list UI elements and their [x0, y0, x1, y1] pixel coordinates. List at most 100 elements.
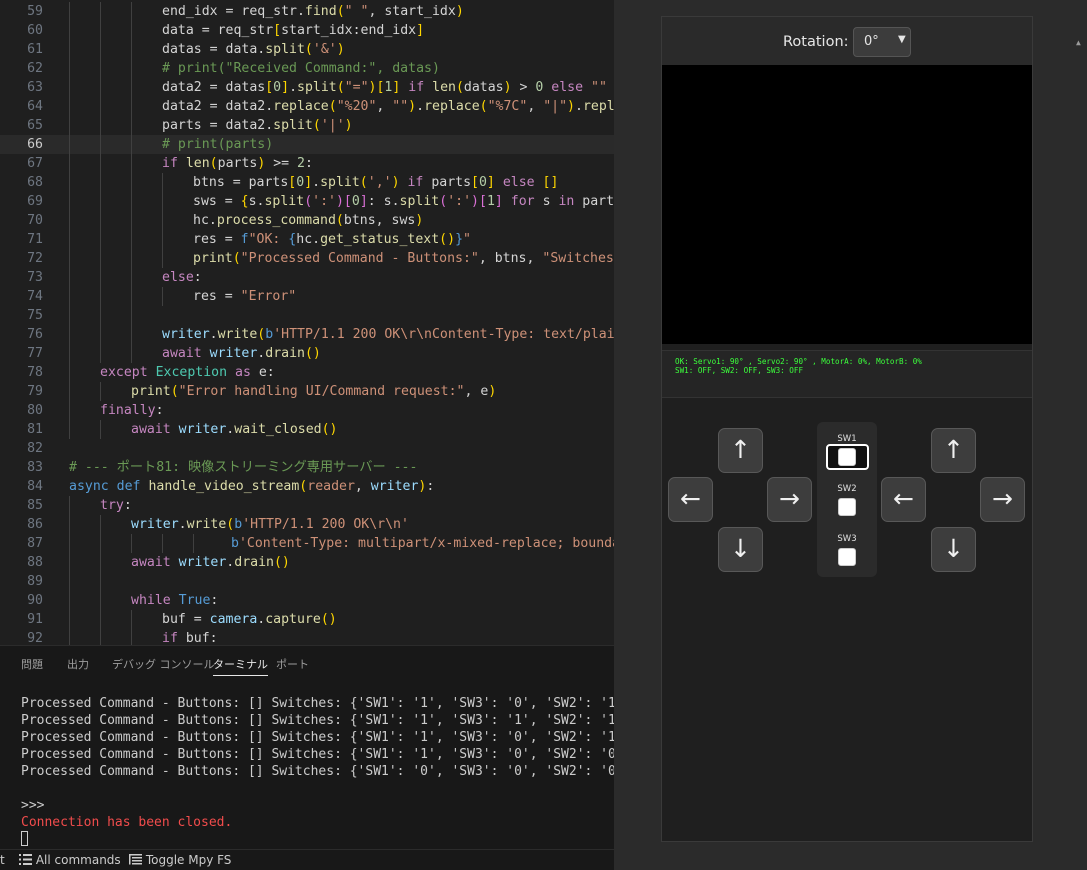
code-editor[interactable]: 59 end_idx = req_str.find(" ", start_idx)…: [0, 0, 614, 645]
indent-guide: [162, 249, 163, 268]
code-line[interactable]: 65 parts = data2.split('|'): [0, 116, 614, 135]
toggle-fs-button[interactable]: Toggle Mpy FS: [129, 850, 231, 870]
code-line[interactable]: 71 res = f"OK: {hc.get_status_text()}": [0, 230, 614, 249]
left-pad-down-button[interactable]: ↓: [718, 527, 763, 572]
indent-guide: [100, 287, 101, 306]
right-pad-left-button[interactable]: ←: [881, 477, 926, 522]
code-line[interactable]: 59 end_idx = req_str.find(" ", start_idx): [0, 2, 614, 21]
indent-guide: [69, 534, 70, 553]
code-line[interactable]: 78 except Exception as e:: [0, 363, 614, 382]
code-line[interactable]: 91 buf = camera.capture(): [0, 610, 614, 629]
code-line[interactable]: 83 # --- ポート81: 映像ストリーミング専用サーバー ---: [0, 458, 614, 477]
rotation-label: Rotation:: [783, 34, 849, 50]
code-line[interactable]: 84 async def handle_video_stream(reader, …: [0, 477, 614, 496]
indent-guide: [100, 325, 101, 344]
sw3-label: SW3: [837, 534, 857, 544]
scroll-up-icon[interactable]: ▲: [1076, 38, 1081, 47]
code-text: try:: [100, 498, 132, 513]
code-line[interactable]: 67 if len(parts) >= 2:: [0, 154, 614, 173]
code-line[interactable]: 86 writer.write(b'HTTP/1.1 200 OK\r\n': [0, 515, 614, 534]
code-line[interactable]: 73 else:: [0, 268, 614, 287]
all-commands-button[interactable]: All commands: [19, 850, 121, 870]
panel-tabs: 問題 出力 デバッグ コンソール ターミナル ポート: [0, 654, 614, 676]
code-text: while True:: [131, 593, 219, 608]
indent-guide: [69, 21, 70, 40]
code-line[interactable]: 75: [0, 306, 614, 325]
sw1-toggle[interactable]: [838, 448, 856, 466]
left-pad-up-button[interactable]: ↑: [718, 428, 763, 473]
code-line[interactable]: 85 try:: [0, 496, 614, 515]
status-line-1: OK: Servo1: 90° , Servo2: 90° , MotorA: …: [675, 357, 922, 366]
code-line[interactable]: 61 datas = data.split('&'): [0, 40, 614, 59]
indent-guide: [162, 211, 163, 230]
code-text: b'Content-Type: multipart/x-mixed-replac…: [231, 536, 614, 551]
indent-guide: [131, 154, 132, 173]
code-line[interactable]: 60 data = req_str[start_idx:end_idx]: [0, 21, 614, 40]
sw2-toggle[interactable]: [838, 498, 856, 516]
code-line[interactable]: 64 data2 = data2.replace("%20", "").repla…: [0, 97, 614, 116]
tab-output[interactable]: 出力: [67, 654, 89, 676]
left-pad-left-button[interactable]: ←: [668, 477, 713, 522]
line-number: 67: [27, 156, 43, 171]
code-line[interactable]: 70 hc.process_command(btns, sws): [0, 211, 614, 230]
indent-guide: [100, 78, 101, 97]
left-pad-right-button[interactable]: →: [767, 477, 812, 522]
code-line[interactable]: 80 finally:: [0, 401, 614, 420]
status-fragment: t: [0, 853, 5, 867]
code-line[interactable]: 81 await writer.wait_closed(): [0, 420, 614, 439]
indent-guide: [100, 21, 101, 40]
code-line[interactable]: 92 if buf:: [0, 629, 614, 645]
code-line[interactable]: 62 # print("Received Command:", datas): [0, 59, 614, 78]
status-display: OK: Servo1: 90° , Servo2: 90° , MotorA: …: [662, 350, 1032, 398]
code-text: data = req_str[start_idx:end_idx]: [162, 23, 425, 38]
code-line[interactable]: 87 b'Content-Type: multipart/x-mixed-repl…: [0, 534, 614, 553]
indent-guide: [100, 534, 101, 553]
code-line[interactable]: 77 await writer.drain(): [0, 344, 614, 363]
indent-guide: [100, 344, 101, 363]
code-line[interactable]: 74 res = "Error": [0, 287, 614, 306]
indent-guide: [100, 249, 101, 268]
code-line[interactable]: 90 while True:: [0, 591, 614, 610]
line-number: 91: [27, 612, 43, 627]
code-line[interactable]: 82: [0, 439, 614, 458]
line-number: 81: [27, 422, 43, 437]
code-line[interactable]: 88 await writer.drain(): [0, 553, 614, 572]
code-text: sws = {s.split(':')[0]: s.split(':')[1] …: [193, 194, 614, 209]
rotation-select[interactable]: 0° ▼: [853, 27, 911, 57]
code-line[interactable]: 89: [0, 572, 614, 591]
right-pad-down-button[interactable]: ↓: [931, 527, 976, 572]
code-line[interactable]: 66 # print(parts): [0, 135, 614, 154]
indent-guide: [100, 230, 101, 249]
code-line[interactable]: 63 data2 = datas[0].split("=")[1] if len(…: [0, 78, 614, 97]
indent-guide: [69, 401, 70, 420]
line-number: 72: [27, 251, 43, 266]
indent-guide: [100, 97, 101, 116]
code-line[interactable]: 72 print("Processed Command - Buttons:", …: [0, 249, 614, 268]
line-number: 77: [27, 346, 43, 361]
indent-guide: [69, 116, 70, 135]
indent-guide: [69, 306, 70, 325]
indent-guide: [131, 97, 132, 116]
tab-terminal[interactable]: ターミナル: [213, 654, 268, 676]
indent-guide: [131, 116, 132, 135]
code-text: data2 = datas[0].split("=")[1] if len(da…: [162, 80, 607, 95]
code-line[interactable]: 76 writer.write(b'HTTP/1.1 200 OK\r\nCont…: [0, 325, 614, 344]
indent-guide: [69, 591, 70, 610]
right-pad-right-button[interactable]: →: [980, 477, 1025, 522]
bottom-panel: 問題 出力 デバッグ コンソール ターミナル ポート Processed Com…: [0, 645, 631, 849]
tab-ports[interactable]: ポート: [276, 654, 309, 676]
indent-guide: [100, 211, 101, 230]
preview-window: ▲ Rotation: 0° ▼ OK: Servo1: 90° , Servo…: [614, 0, 1087, 870]
code-line[interactable]: 68 btns = parts[0].split(',') if parts[0]…: [0, 173, 614, 192]
all-commands-label: All commands: [35, 853, 121, 867]
tab-debug-console[interactable]: デバッグ コンソール: [112, 654, 215, 676]
code-line[interactable]: 69 sws = {s.split(':')[0]: s.split(':')[1…: [0, 192, 614, 211]
sw3-toggle[interactable]: [838, 548, 856, 566]
indent-guide: [131, 2, 132, 21]
line-number: 68: [27, 175, 43, 190]
right-pad-up-button[interactable]: ↑: [931, 428, 976, 473]
code-line[interactable]: 79 print("Error handling UI/Command reque…: [0, 382, 614, 401]
toggle-fs-label: Toggle Mpy FS: [145, 853, 232, 867]
code-text: await writer.drain(): [131, 555, 290, 570]
tab-problems[interactable]: 問題: [21, 654, 43, 676]
